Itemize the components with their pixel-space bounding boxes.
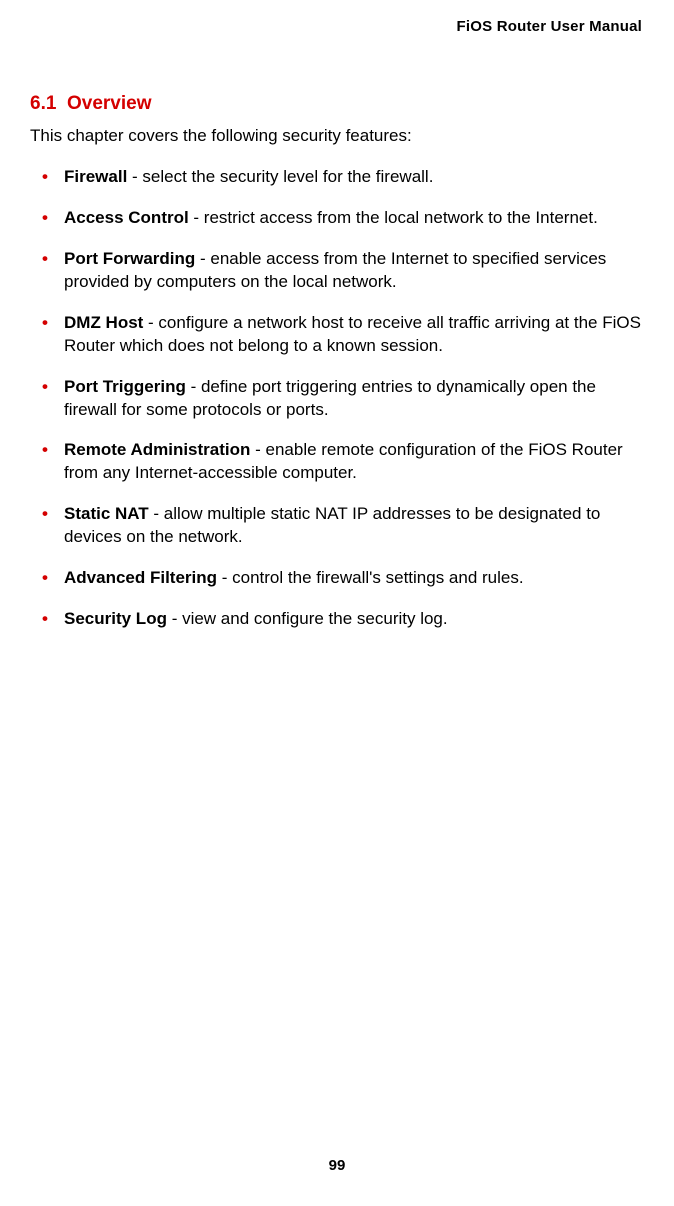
- section-number: 6.1: [30, 93, 56, 114]
- feature-term: Access Control: [64, 208, 189, 227]
- section-heading: 6.1 Overview: [30, 93, 644, 115]
- list-item: Firewall - select the security level for…: [42, 166, 644, 189]
- feature-desc: - configure a network host to receive al…: [64, 313, 641, 355]
- list-item: Security Log - view and configure the se…: [42, 608, 644, 631]
- list-item: Static NAT - allow multiple static NAT I…: [42, 503, 644, 549]
- list-item: Remote Administration - enable remote co…: [42, 439, 644, 485]
- list-item: Advanced Filtering - control the firewal…: [42, 567, 644, 590]
- page-number: 99: [0, 1157, 674, 1174]
- list-item: Port Triggering - define port triggering…: [42, 376, 644, 422]
- feature-desc: - control the firewall's settings and ru…: [217, 568, 524, 587]
- feature-term: Port Forwarding: [64, 249, 195, 268]
- feature-term: Advanced Filtering: [64, 568, 217, 587]
- list-item: Port Forwarding - enable access from the…: [42, 248, 644, 294]
- feature-list: Firewall - select the security level for…: [30, 166, 644, 631]
- feature-term: DMZ Host: [64, 313, 143, 332]
- page-header-title: FiOS Router User Manual: [30, 18, 644, 35]
- list-item: DMZ Host - configure a network host to r…: [42, 312, 644, 358]
- feature-term: Port Triggering: [64, 377, 186, 396]
- feature-term: Remote Administration: [64, 440, 250, 459]
- document-page: FiOS Router User Manual 6.1 Overview Thi…: [0, 0, 674, 1206]
- feature-desc: - view and configure the security log.: [167, 609, 448, 628]
- section-title: Overview: [67, 93, 152, 114]
- feature-desc: - select the security level for the fire…: [127, 167, 433, 186]
- feature-term: Static NAT: [64, 504, 149, 523]
- list-item: Access Control - restrict access from th…: [42, 207, 644, 230]
- feature-term: Security Log: [64, 609, 167, 628]
- feature-term: Firewall: [64, 167, 127, 186]
- intro-paragraph: This chapter covers the following securi…: [30, 125, 644, 148]
- feature-desc: - restrict access from the local network…: [189, 208, 598, 227]
